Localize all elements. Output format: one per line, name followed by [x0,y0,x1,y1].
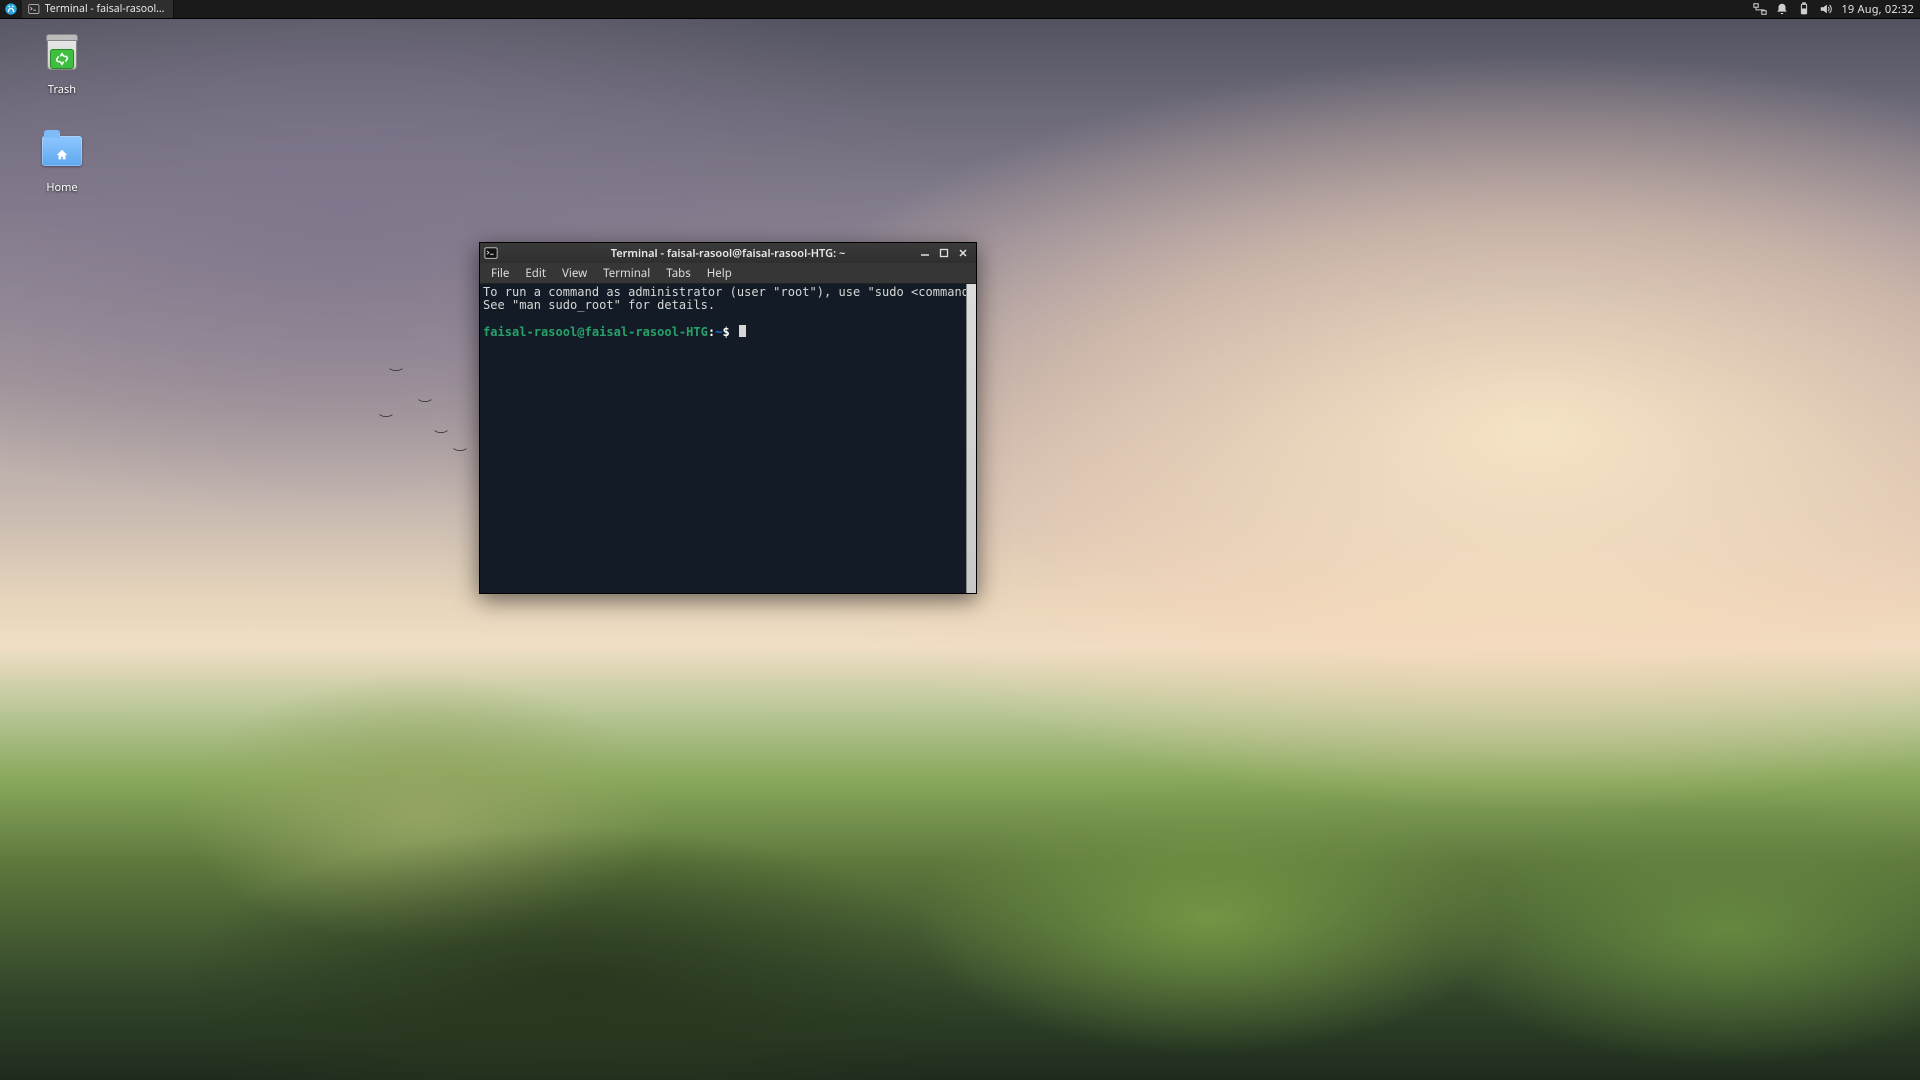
terminal-motd-line: To run a command as administrator (user … [483,285,966,299]
battery-icon [1797,2,1811,16]
xfce-logo-icon [4,2,18,16]
decoration-bird: ︶ [389,365,403,380]
terminal-motd-line: See "man sudo_root" for details. [483,298,715,312]
terminal-icon [28,2,40,16]
applications-menu-button[interactable] [0,0,22,18]
clock[interactable]: 19 Aug, 02:32 [1837,0,1920,18]
folder-home-icon [42,136,82,176]
terminal-cursor [739,325,746,337]
window-minimize-button[interactable] [916,245,934,261]
decoration-bird: ︶ [379,411,393,426]
menu-terminal[interactable]: Terminal [595,263,658,283]
window-titlebar[interactable]: Terminal - faisal-rasool@faisal-rasool-H… [480,243,976,263]
desktop-wallpaper[interactable]: ︶ ︶ ︶ ︶ ︶ Terminal - faisal-rasool@fais.… [0,0,1920,1080]
terminal-window[interactable]: Terminal - faisal-rasool@faisal-rasool-H… [479,242,977,594]
menu-view[interactable]: View [554,263,595,283]
desktop-icon-home[interactable]: Home [24,130,100,195]
window-close-button[interactable] [954,245,972,261]
notifications-indicator[interactable] [1771,0,1793,18]
desktop-icon-trash[interactable]: Trash [24,32,100,97]
menu-file[interactable]: File [483,263,517,283]
top-panel: Terminal - faisal-rasool@fais... [0,0,1920,19]
bell-icon [1775,2,1789,16]
menu-help[interactable]: Help [699,263,740,283]
menu-tabs[interactable]: Tabs [658,263,699,283]
window-maximize-button[interactable] [935,245,953,261]
power-indicator[interactable] [1793,0,1815,18]
prompt-dollar: $ [722,325,729,339]
terminal-scrollbar[interactable] [966,284,976,593]
trash-icon [42,38,82,78]
decoration-bird: ︶ [418,396,432,411]
terminal-icon [484,246,498,260]
desktop-icon-label: Home [24,180,100,195]
volume-icon [1819,2,1833,16]
decoration-bird: ︶ [434,427,448,442]
taskbar-item-label: Terminal - faisal-rasool@fais... [45,2,167,16]
window-menubar: File Edit View Terminal Tabs Help [480,263,976,284]
terminal-viewport[interactable]: To run a command as administrator (user … [480,284,966,593]
volume-indicator[interactable] [1815,0,1837,18]
window-title: Terminal - faisal-rasool@faisal-rasool-H… [546,246,910,261]
network-wired-icon [1753,2,1767,16]
taskbar-item-terminal[interactable]: Terminal - faisal-rasool@fais... [22,0,174,18]
menu-edit[interactable]: Edit [517,263,554,283]
prompt-user-host: faisal-rasool@faisal-rasool-HTG [483,325,708,339]
decoration-bird: ︶ [453,445,467,460]
network-indicator[interactable] [1749,0,1771,18]
desktop-icon-label: Trash [24,82,100,97]
